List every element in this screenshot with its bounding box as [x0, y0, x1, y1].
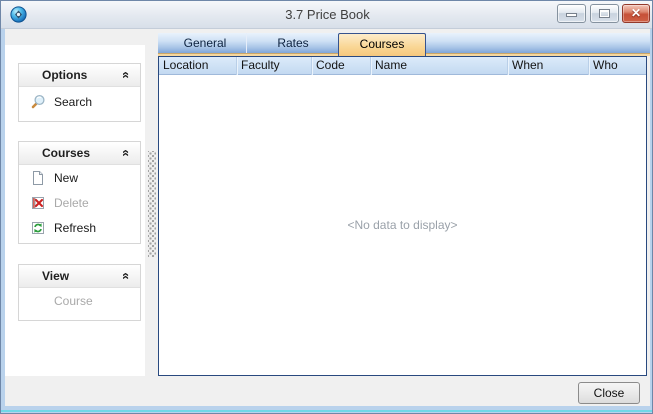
column-header-location[interactable]: Location — [159, 57, 236, 75]
splitter-grip-icon — [148, 151, 156, 257]
minimize-icon — [566, 13, 577, 17]
sidebar-item-label: Delete — [54, 196, 89, 210]
collapse-chevron-icon[interactable]: « — [119, 269, 133, 283]
refresh-icon — [30, 220, 46, 236]
column-header-faculty[interactable]: Faculty — [236, 57, 311, 75]
sidebar-item-new[interactable]: New — [19, 165, 140, 190]
sidebar-group-options: Options « Search — [18, 63, 141, 122]
tab-rates[interactable]: Rates — [248, 33, 338, 53]
column-header-when[interactable]: When — [507, 57, 588, 75]
grid-header-row: Location Faculty Code Name When Who — [159, 57, 646, 75]
column-header-code[interactable]: Code — [311, 57, 370, 75]
column-header-name[interactable]: Name — [370, 57, 507, 75]
sidebar-splitter[interactable] — [145, 45, 158, 376]
sidebar-item-label: New — [54, 171, 78, 185]
sidebar-group-courses: Courses « New — [18, 141, 141, 244]
group-title: Courses — [42, 146, 90, 160]
titlebar: 3.7 Price Book ✕ — [1, 1, 653, 29]
client-area: Options « Search Courses — [5, 29, 650, 406]
sidebar-item-search[interactable]: Search — [19, 87, 140, 117]
sidebar-item-label: Search — [54, 95, 92, 109]
new-document-icon — [30, 170, 46, 186]
group-header-courses[interactable]: Courses « — [19, 142, 140, 165]
delete-icon — [30, 195, 46, 211]
group-title: View — [42, 269, 69, 283]
price-book-window: 3.7 Price Book ✕ Options « — [0, 0, 653, 414]
window-title: 3.7 Price Book — [1, 1, 653, 29]
sidebar-group-view: View « Course — [18, 264, 141, 321]
courses-grid: Location Faculty Code Name When Who <No … — [158, 56, 647, 376]
close-icon: ✕ — [623, 6, 649, 20]
close-button[interactable]: Close — [578, 382, 640, 404]
collapse-chevron-icon[interactable]: « — [119, 68, 133, 82]
group-title: Options — [42, 68, 87, 82]
close-window-button[interactable]: ✕ — [622, 4, 650, 23]
collapse-chevron-icon[interactable]: « — [119, 146, 133, 160]
grid-body: <No data to display> — [159, 75, 646, 375]
sidebar-item-delete: Delete — [19, 190, 140, 215]
minimize-button[interactable] — [557, 4, 586, 23]
maximize-button[interactable] — [590, 4, 619, 23]
sidebar-item-label: Course — [54, 294, 93, 308]
search-icon — [30, 94, 46, 110]
tab-general[interactable]: General — [164, 33, 247, 53]
tab-courses[interactable]: Courses — [338, 33, 426, 56]
column-header-who[interactable]: Who — [588, 57, 646, 75]
maximize-icon — [599, 9, 610, 18]
window-bottom-accent — [1, 410, 653, 412]
sidebar-item-course: Course — [19, 288, 140, 313]
sidebar-item-refresh[interactable]: Refresh — [19, 215, 140, 240]
tab-strip: General Rates Courses — [158, 33, 650, 53]
group-header-view[interactable]: View « — [19, 265, 140, 288]
sidebar-item-label: Refresh — [54, 221, 96, 235]
empty-grid-message: <No data to display> — [347, 218, 457, 232]
group-header-options[interactable]: Options « — [19, 64, 140, 87]
sidebar: Options « Search Courses — [5, 45, 145, 376]
